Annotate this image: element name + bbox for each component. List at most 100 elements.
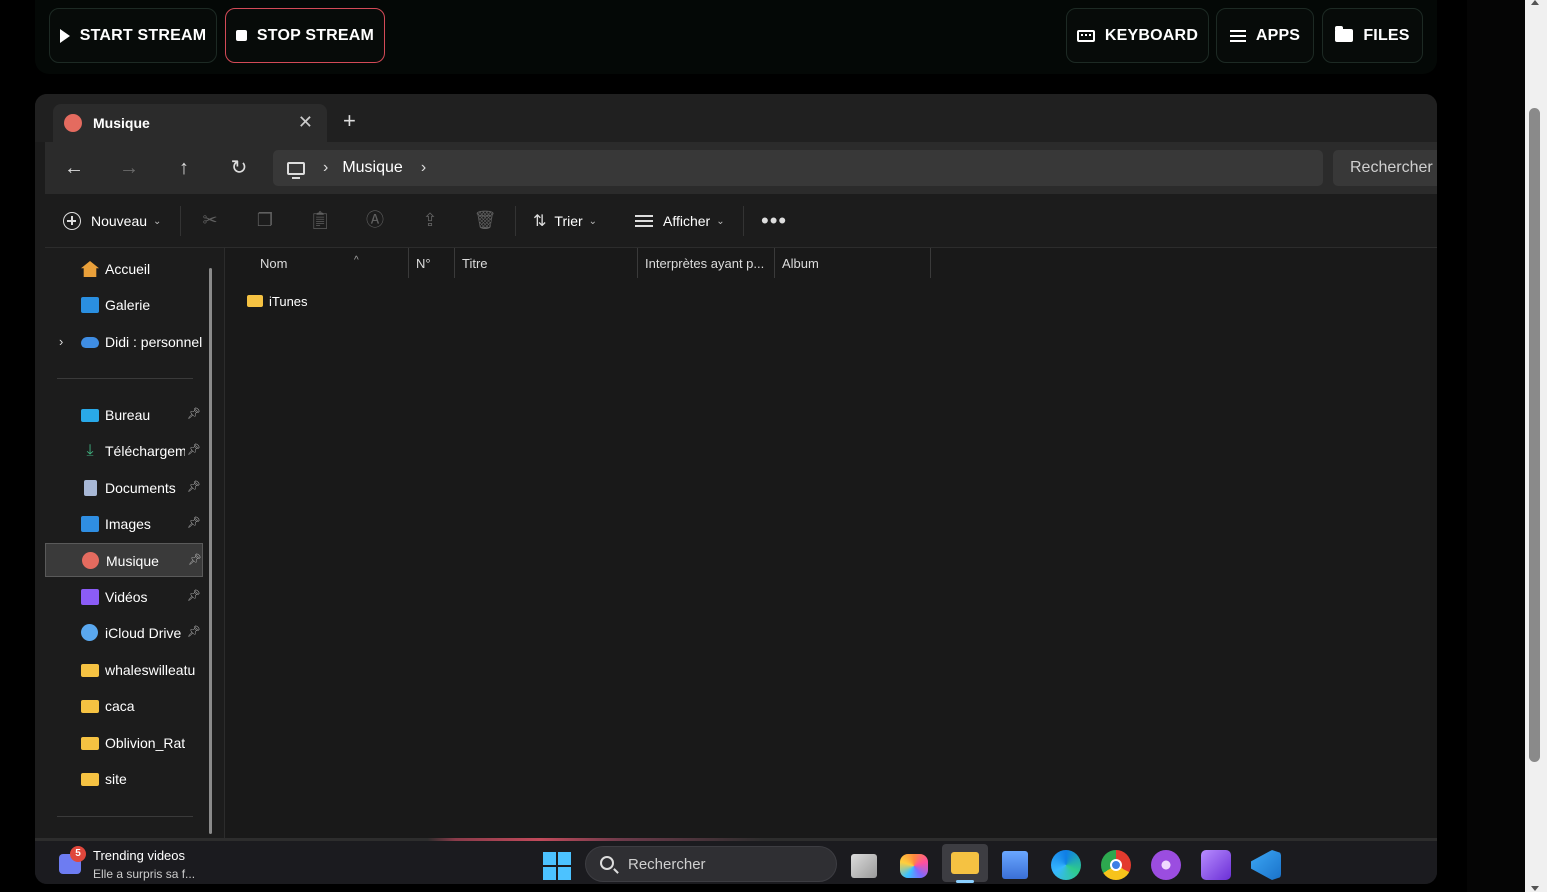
pin-icon: 📌︎ xyxy=(187,444,201,456)
onedrive-cloud-icon xyxy=(81,337,99,348)
music-icon xyxy=(82,552,99,569)
keyboard-label: KEYBOARD xyxy=(1104,26,1199,44)
column-header-name[interactable]: ^ Nom xyxy=(253,248,409,278)
nav-item-bureau[interactable]: Bureau 📌︎ xyxy=(45,398,203,432)
sort-button[interactable]: ⇅ Trier ⌄ xyxy=(533,206,597,236)
folder-icon xyxy=(247,295,263,307)
files-button[interactable]: FILES xyxy=(1322,8,1423,63)
column-header-title[interactable]: Titre xyxy=(455,248,638,278)
nav-item-whaleswilleatu[interactable]: whaleswilleatu xyxy=(45,653,203,687)
pin-icon: 📌︎ xyxy=(187,408,201,420)
nav-pane-scrollbar[interactable] xyxy=(209,268,212,834)
forward-arrow-icon[interactable]: → xyxy=(114,154,144,182)
divider xyxy=(743,206,744,236)
nav-item-images[interactable]: Images 📌︎ xyxy=(45,507,203,541)
nav-item-label: caca xyxy=(105,698,135,714)
new-tab-icon[interactable]: + xyxy=(343,110,356,132)
nav-item-caca[interactable]: caca xyxy=(45,689,203,723)
keyboard-icon xyxy=(1076,29,1095,42)
copy-icon[interactable]: ❐ xyxy=(253,208,277,232)
chevron-right-icon[interactable]: › xyxy=(59,334,63,349)
page-scrollbar-thumb[interactable] xyxy=(1529,108,1540,762)
gallery-icon xyxy=(81,297,99,313)
nav-item-documents[interactable]: Documents 📌︎ xyxy=(45,471,203,505)
start-stream-button[interactable]: START STREAM xyxy=(49,8,217,63)
documents-icon xyxy=(84,480,97,496)
nav-item-label: whaleswilleatu xyxy=(105,662,196,678)
explorer-tab[interactable]: Musique ✕ xyxy=(53,104,327,142)
side-panel xyxy=(1467,0,1525,892)
nav-item-label: Vidéos xyxy=(105,589,148,605)
cut-icon[interactable]: ✂ xyxy=(198,208,222,232)
chevron-right-icon[interactable]: › xyxy=(421,159,426,177)
remote-desktop-stream[interactable]: Musique ✕ + ← → ↑ ↻ › Musique › Recherch… xyxy=(35,94,1437,884)
file-list: ^ Nom N° Titre Interprètes ayant p... Al… xyxy=(224,248,1437,838)
new-button[interactable]: Nouveau ⌄ xyxy=(63,206,161,236)
apps-button[interactable]: APPS xyxy=(1216,8,1314,63)
column-label: N° xyxy=(416,256,431,271)
file-explorer-button[interactable] xyxy=(942,844,988,882)
breadcrumb-musique[interactable]: Musique xyxy=(342,159,402,177)
pin-icon: 📌︎ xyxy=(187,517,201,529)
task-view-icon[interactable] xyxy=(851,854,877,878)
nav-item-icloud-drive[interactable]: iCloud Drive 📌︎ xyxy=(45,616,203,650)
close-tab-icon[interactable]: ✕ xyxy=(298,112,313,133)
scroll-up-arrow-icon[interactable] xyxy=(1531,0,1539,5)
plus-circle-icon xyxy=(63,212,81,230)
home-icon xyxy=(81,261,99,277)
copilot-icon[interactable] xyxy=(900,854,928,878)
nav-item-videos[interactable]: Vidéos 📌︎ xyxy=(45,580,203,614)
chevron-right-icon[interactable]: › xyxy=(323,159,328,177)
nav-item-telechargements[interactable]: ⤓ Téléchargements 📌︎ xyxy=(45,434,203,468)
pin-icon: 📌︎ xyxy=(187,626,201,638)
pin-icon: 📌︎ xyxy=(187,481,201,493)
search-icon xyxy=(600,856,614,870)
column-header-album[interactable]: Album xyxy=(775,248,931,278)
taskbar-search[interactable]: Rechercher xyxy=(585,846,837,882)
nav-item-onedrive[interactable]: › Didi : personnel xyxy=(45,325,203,359)
network-icon[interactable] xyxy=(1002,851,1028,879)
divider xyxy=(180,206,181,236)
paste-icon[interactable]: 📋︎ xyxy=(308,208,332,232)
edge-icon[interactable] xyxy=(1051,850,1081,880)
folder-icon xyxy=(81,773,99,786)
search-input[interactable]: Rechercher dans : Musique xyxy=(1333,150,1437,186)
share-icon[interactable]: ⇪ xyxy=(418,208,442,232)
delete-icon[interactable]: 🗑︎ xyxy=(473,208,497,232)
files-label: FILES xyxy=(1363,26,1410,44)
notification-badge: 5 xyxy=(70,846,86,862)
chrome-icon[interactable] xyxy=(1101,850,1131,880)
taskbar-search-label: Rechercher xyxy=(628,856,706,873)
explorer-nav-bar: ← → ↑ ↻ › Musique › Rechercher dans : Mu… xyxy=(45,142,1437,194)
tor-icon[interactable] xyxy=(1151,850,1181,880)
windows-start-icon[interactable] xyxy=(543,852,571,880)
refresh-icon[interactable]: ↻ xyxy=(224,154,254,182)
file-row[interactable]: iTunes xyxy=(247,290,308,312)
command-bar: Nouveau ⌄ ✂ ❐ 📋︎ Ⓐ ⇪ 🗑︎ ⇅ Trier ⌄ Affich… xyxy=(45,194,1437,248)
address-bar[interactable]: › Musique › xyxy=(273,150,1323,186)
desktop-icon xyxy=(81,409,99,422)
view-button[interactable]: Afficher ⌄ xyxy=(635,206,725,236)
stop-stream-button[interactable]: STOP STREAM xyxy=(225,8,385,63)
rename-icon[interactable]: Ⓐ xyxy=(363,208,387,232)
file-explorer-icon xyxy=(951,852,979,874)
keyboard-button[interactable]: KEYBOARD xyxy=(1066,8,1209,63)
sort-ascending-icon: ^ xyxy=(354,255,359,266)
widgets-button[interactable]: 5 Trending videos Elle a surpris sa f... xyxy=(59,846,239,884)
nav-item-accueil[interactable]: Accueil xyxy=(45,252,203,286)
column-header-artists[interactable]: Interprètes ayant p... xyxy=(638,248,775,278)
more-options-button[interactable]: ••• xyxy=(761,206,787,236)
nav-item-site[interactable]: site xyxy=(45,762,203,796)
nav-item-oblivion-rat[interactable]: Oblivion_Rat xyxy=(45,726,203,760)
scroll-down-arrow-icon[interactable] xyxy=(1531,886,1539,891)
folder-icon xyxy=(81,664,99,677)
back-arrow-icon[interactable]: ← xyxy=(59,154,89,182)
nav-item-galerie[interactable]: Galerie xyxy=(45,288,203,322)
up-arrow-icon[interactable]: ↑ xyxy=(169,154,199,182)
column-label: Album xyxy=(782,256,819,271)
this-pc-icon xyxy=(287,161,305,179)
column-header-number[interactable]: N° xyxy=(409,248,455,278)
visual-studio-icon[interactable] xyxy=(1201,850,1231,880)
nav-item-label: Téléchargements xyxy=(105,443,185,459)
nav-item-musique[interactable]: Musique 📌︎ xyxy=(45,543,203,577)
